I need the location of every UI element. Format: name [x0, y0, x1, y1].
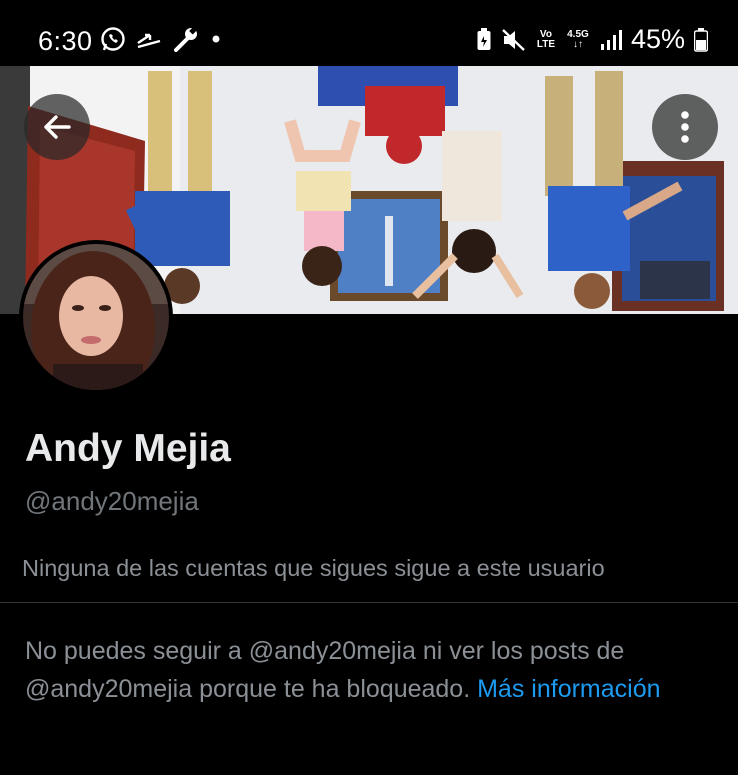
profile-display-name: Andy Mejia — [25, 427, 231, 470]
blocked-message: No puedes seguir a @andy20mejia ni ver l… — [25, 632, 715, 708]
mute-icon — [502, 28, 525, 51]
battery-saver-icon — [477, 27, 491, 50]
whatsapp-icon — [101, 27, 125, 51]
status-time: 6:30 — [38, 26, 93, 56]
arrow-left-icon — [44, 115, 71, 139]
more-vertical-icon — [681, 111, 689, 143]
avatar[interactable] — [19, 240, 173, 394]
battery-percent: 45% — [630, 24, 685, 54]
divider — [0, 602, 738, 603]
followers-you-know[interactable]: Ninguna de las cuentas que sigues sigue … — [22, 555, 605, 582]
battery-icon — [694, 27, 708, 52]
wrench-icon — [174, 26, 197, 52]
more-options-button[interactable] — [652, 94, 718, 160]
status-left-icons — [100, 26, 222, 52]
back-button[interactable] — [24, 94, 90, 160]
missed-call-icon — [137, 33, 161, 49]
profile-username: @andy20mejia — [25, 486, 199, 516]
dot-icon — [212, 35, 220, 43]
network-type: 4.5G ↓↑ — [567, 28, 589, 50]
status-right-icons: Vo LTE 4.5G ↓↑ 45% — [476, 24, 708, 55]
signal-icon — [600, 29, 622, 50]
status-bar: 6:30 Vo LTE 4.5G ↓↑ 45% — [0, 0, 738, 66]
volte-label: Vo LTE — [536, 28, 556, 50]
more-info-link[interactable]: Más información — [477, 675, 660, 703]
